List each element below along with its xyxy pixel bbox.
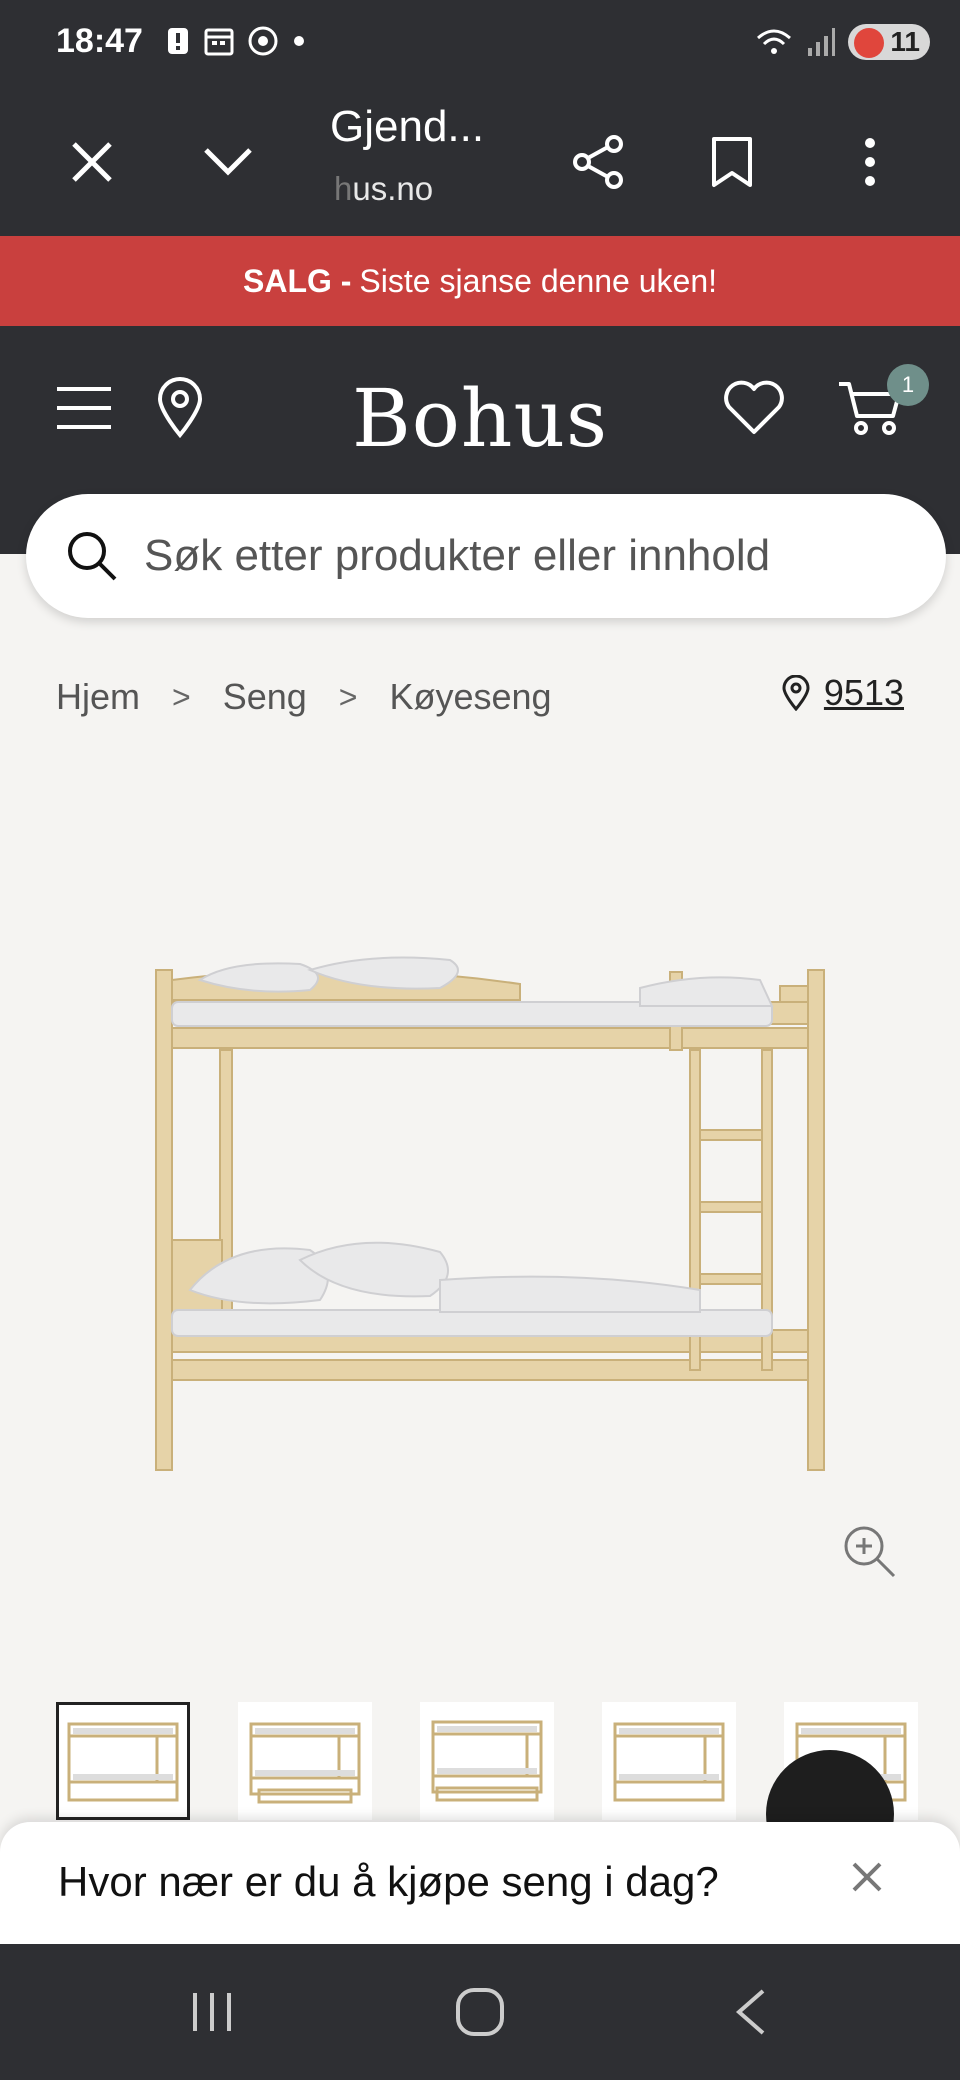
- store-selector[interactable]: 9513: [782, 672, 904, 714]
- battery-icon: 11: [848, 24, 930, 60]
- signal-icon: [808, 28, 836, 56]
- search-icon: [62, 526, 122, 586]
- url-text[interactable]: hus.no: [334, 170, 433, 208]
- chrome-icon: [248, 26, 278, 56]
- breadcrumb-separator: >: [338, 678, 358, 715]
- chevron-down-icon[interactable]: [188, 122, 268, 202]
- calendar-icon: [204, 28, 234, 56]
- brand-logo[interactable]: Bohus: [0, 372, 960, 465]
- product-thumbnail[interactable]: [56, 1702, 190, 1820]
- promo-banner[interactable]: SALG - Siste sjanse denne uken!: [0, 236, 960, 326]
- close-icon[interactable]: [52, 122, 132, 202]
- store-number: 9513: [823, 672, 904, 713]
- status-bar: 18:47 11: [0, 0, 960, 88]
- breadcrumb: Hjem > Seng > Køyeseng: [56, 676, 552, 718]
- search-bar[interactable]: [26, 494, 946, 618]
- survey-question[interactable]: Hvor nær er du å kjøpe seng i dag?: [58, 1858, 719, 1906]
- alert-icon: [168, 28, 188, 54]
- page-title[interactable]: Gjend...: [330, 102, 484, 152]
- promo-bold: SALG -: [242, 262, 352, 299]
- dot-icon: [294, 36, 304, 46]
- product-thumbnail[interactable]: [602, 1702, 736, 1820]
- heart-icon[interactable]: [714, 368, 794, 448]
- home-icon[interactable]: [440, 1982, 520, 2042]
- breadcrumb-separator: >: [172, 678, 191, 715]
- survey-sheet: Hvor nær er du å kjøpe seng i dag?: [0, 1822, 960, 1944]
- zoom-in-icon[interactable]: [842, 1524, 898, 1580]
- cart-count-badge: 1: [887, 364, 929, 406]
- location-pin-icon: [782, 675, 810, 711]
- breadcrumb-seng[interactable]: Seng: [223, 676, 307, 718]
- search-input[interactable]: [144, 531, 864, 581]
- system-nav-bar: [0, 1944, 960, 2080]
- share-icon[interactable]: [558, 122, 638, 202]
- breadcrumb-koyeseng[interactable]: Køyeseng: [389, 676, 551, 718]
- product-thumbnail[interactable]: [420, 1702, 554, 1820]
- more-vert-icon[interactable]: [830, 122, 910, 202]
- wifi-icon: [757, 29, 792, 54]
- bookmark-icon[interactable]: [692, 122, 772, 202]
- status-time: 18:47: [56, 22, 143, 60]
- promo-text: Siste sjanse denne uken!: [359, 262, 717, 299]
- product-thumbnail[interactable]: [238, 1702, 372, 1820]
- product-image[interactable]: [140, 940, 840, 1480]
- browser-toolbar: Gjend... hus.no: [0, 88, 960, 236]
- breadcrumb-home[interactable]: Hjem: [56, 676, 140, 718]
- close-icon[interactable]: [842, 1852, 892, 1902]
- back-icon[interactable]: [710, 1982, 790, 2042]
- recent-apps-icon[interactable]: [172, 1982, 252, 2042]
